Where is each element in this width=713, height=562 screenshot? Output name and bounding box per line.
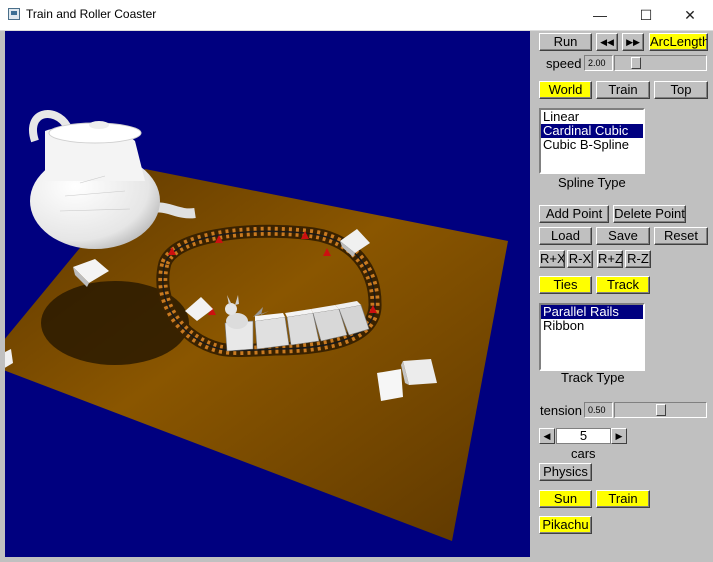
scene-canvas[interactable] — [5, 31, 530, 557]
app-icon — [8, 8, 20, 20]
window-title: Train and Roller Coaster — [26, 7, 157, 21]
track-option-parallel-rails[interactable]: Parallel Rails — [541, 305, 643, 319]
arclength-button[interactable]: ArcLength — [649, 33, 708, 51]
rotate-z-plus-button[interactable]: R+Z — [597, 250, 623, 268]
reset-button[interactable]: Reset — [654, 227, 708, 245]
spline-option-linear[interactable]: Linear — [541, 110, 643, 124]
spline-type-caption: Spline Type — [558, 175, 626, 190]
tension-slider[interactable] — [614, 402, 707, 418]
spline-option-bspline[interactable]: Cubic B-Spline — [541, 138, 643, 152]
title-bar: Train and Roller Coaster — ☐ ✕ — [0, 0, 713, 31]
track-type-caption: Track Type — [561, 370, 625, 385]
fast-forward-icon[interactable]: ▶▶ — [622, 33, 644, 51]
track-toggle[interactable]: Track — [596, 276, 650, 294]
speed-slider-thumb[interactable] — [631, 57, 641, 69]
run-button[interactable]: Run — [539, 33, 592, 51]
speed-label: speed — [546, 56, 582, 71]
maximize-button[interactable]: ☐ — [623, 0, 669, 30]
rotate-z-minus-button[interactable]: R-Z — [625, 250, 651, 268]
view-train-button[interactable]: Train — [596, 81, 650, 99]
load-button[interactable]: Load — [539, 227, 592, 245]
spline-option-cardinal[interactable]: Cardinal Cubic — [541, 124, 643, 138]
tension-slider-thumb[interactable] — [656, 404, 666, 416]
scene-viewport[interactable] — [5, 31, 530, 557]
cars-increase-icon[interactable]: ▶ — [611, 428, 627, 444]
minimize-button[interactable]: — — [577, 0, 623, 30]
physics-button[interactable]: Physics — [539, 463, 592, 481]
tension-label: tension — [540, 403, 582, 418]
cars-count[interactable]: 5 — [556, 428, 611, 444]
spline-type-list[interactable]: Linear Cardinal Cubic Cubic B-Spline — [539, 108, 645, 174]
speed-value: 2.00 — [584, 55, 613, 71]
rewind-icon[interactable]: ◀◀ — [596, 33, 618, 51]
ties-toggle[interactable]: Ties — [539, 276, 592, 294]
save-button[interactable]: Save — [596, 227, 650, 245]
train-model-toggle[interactable]: Train — [596, 490, 650, 508]
sun-toggle[interactable]: Sun — [539, 490, 592, 508]
rotate-x-plus-button[interactable]: R+X — [539, 250, 565, 268]
pikachu-toggle[interactable]: Pikachu — [539, 516, 592, 534]
track-option-ribbon[interactable]: Ribbon — [541, 319, 643, 333]
rotate-x-minus-button[interactable]: R-X — [567, 250, 593, 268]
delete-point-button[interactable]: Delete Point — [613, 205, 686, 223]
speed-slider[interactable] — [614, 55, 707, 71]
cars-label: cars — [571, 446, 596, 461]
tension-value: 0.50 — [584, 402, 613, 418]
view-top-button[interactable]: Top — [654, 81, 708, 99]
close-button[interactable]: ✕ — [667, 0, 713, 30]
track-type-list[interactable]: Parallel Rails Ribbon — [539, 303, 645, 371]
add-point-button[interactable]: Add Point — [539, 205, 609, 223]
view-world-button[interactable]: World — [539, 81, 592, 99]
cars-decrease-icon[interactable]: ◀ — [539, 428, 555, 444]
